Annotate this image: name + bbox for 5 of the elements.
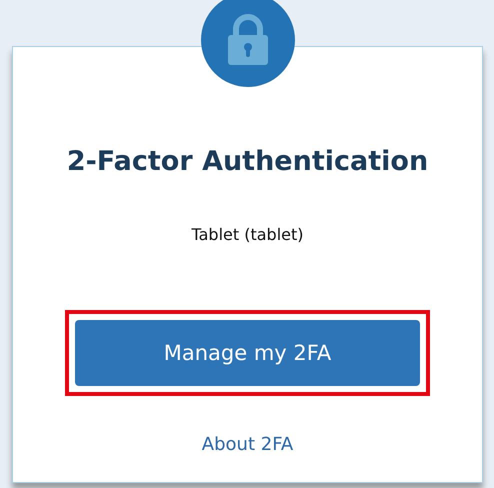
manage-2fa-button[interactable]: Manage my 2FA xyxy=(75,320,420,386)
about-2fa-link[interactable]: About 2FA xyxy=(202,434,294,455)
lock-icon xyxy=(226,14,270,66)
device-name: Tablet (tablet) xyxy=(191,225,304,244)
card-title: 2-Factor Authentication xyxy=(66,146,428,177)
